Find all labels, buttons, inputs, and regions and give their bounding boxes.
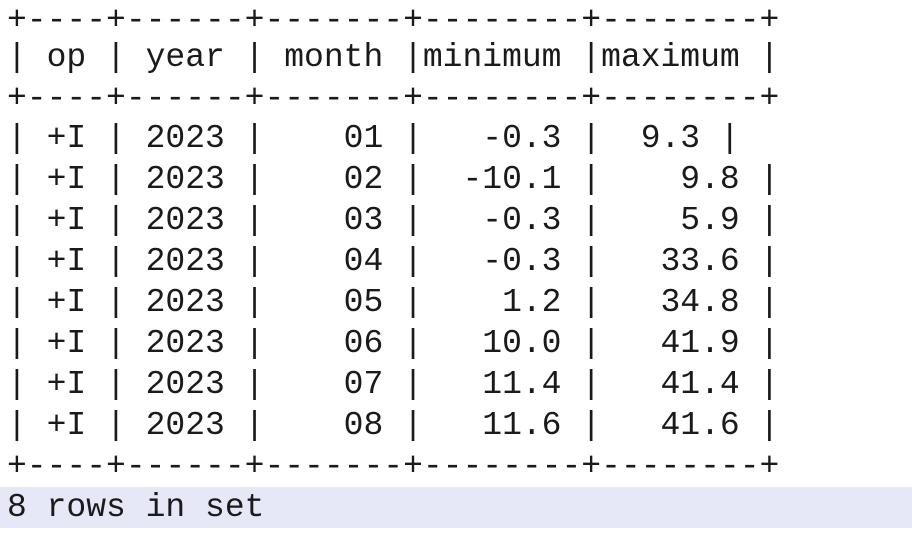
table-row: | +I | 2023 | 03 | -0.3 | 5.9 |: [7, 202, 780, 239]
row-count-status: 8 rows in set: [7, 489, 265, 526]
table-row: | +I | 2023 | 06 | 10.0 | 41.9 |: [7, 325, 780, 362]
table-row: | +I | 2023 | 02 | -10.1 | 9.8 |: [7, 161, 780, 198]
table-top-border: +----+------+-------+--------+--------+: [7, 2, 780, 39]
table-row: | +I | 2023 | 07 | 11.4 | 41.4 |: [7, 366, 780, 403]
query-result-console: +----+------+-------+--------+--------+ …: [0, 0, 912, 540]
table-header-separator: +----+------+-------+--------+--------+: [7, 80, 780, 117]
status-line-highlight: 8 rows in set: [0, 487, 912, 528]
table-row: | +I | 2023 | 04 | -0.3 | 33.6 |: [7, 243, 780, 280]
table-row: | +I | 2023 | 05 | 1.2 | 34.8 |: [7, 284, 780, 321]
table-bottom-border: +----+------+-------+--------+--------+: [7, 448, 780, 485]
table-header-row: | op | year | month |minimum |maximum |: [7, 39, 780, 76]
table-row: | +I | 2023 | 08 | 11.6 | 41.6 |: [7, 407, 780, 444]
table-row: | +I | 2023 | 01 | -0.3 | 9.3 |: [7, 120, 740, 157]
